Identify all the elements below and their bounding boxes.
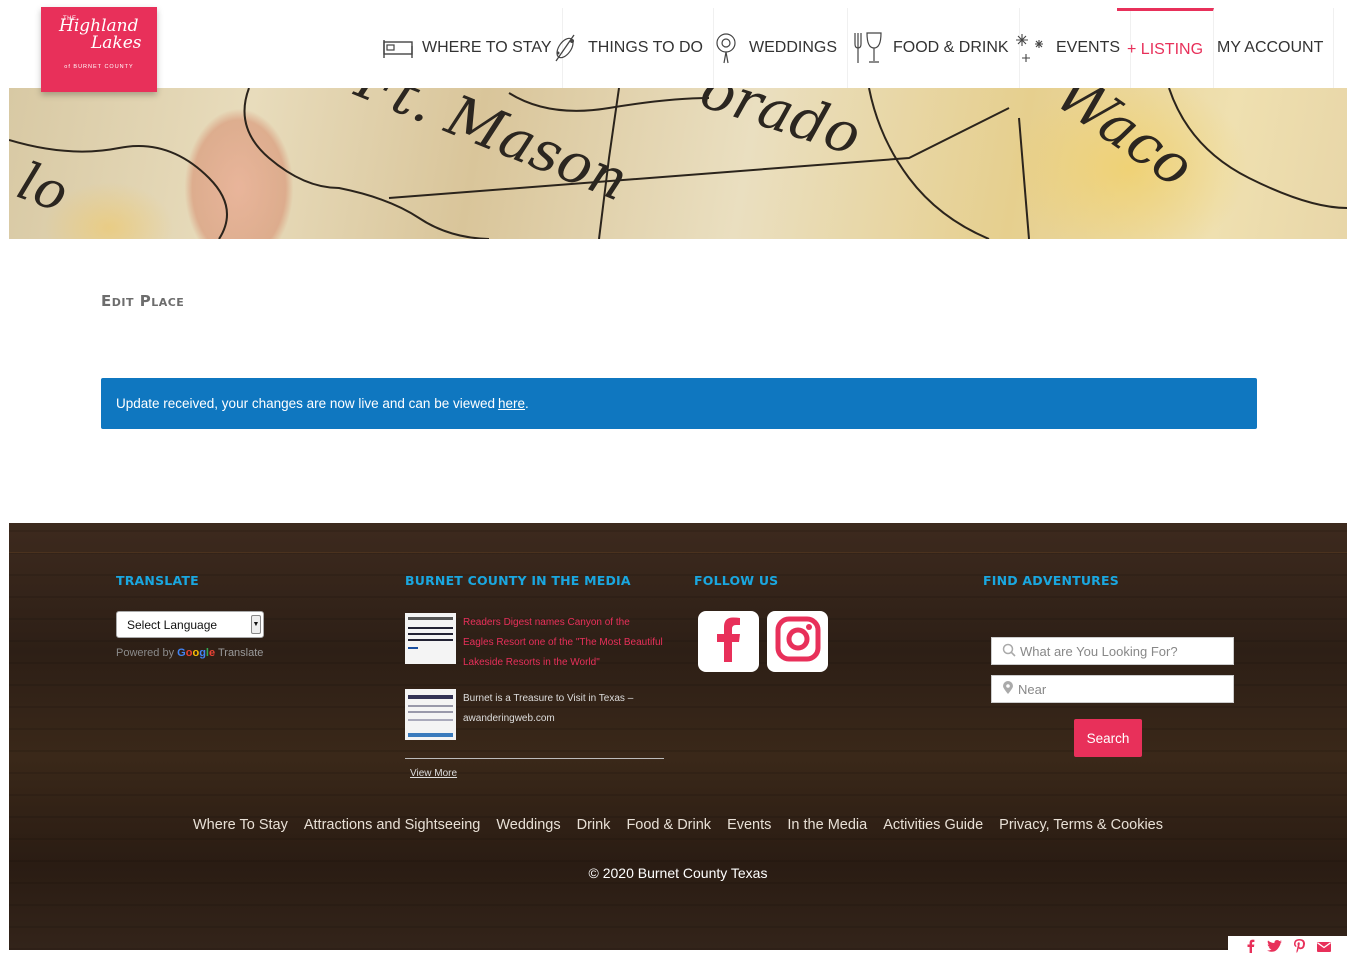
email-icon[interactable] [1316,939,1331,955]
site-header: THE Highland Lakes of BURNET COUNTY WHER… [0,0,1349,92]
media-thumbnail [405,613,456,664]
media-thumbnail [405,689,456,740]
flower-icon [711,31,741,65]
translate-heading: TRANSLATE [116,573,199,588]
nav-label: FOOD & DRINK [893,39,1009,56]
nav-food-drink[interactable]: FOOD & DRINK [839,8,1020,88]
language-select-value: Select Language [127,617,218,632]
nav-things-to-do[interactable]: THINGS TO DO [540,8,714,88]
nav-events[interactable]: EVENTS [1002,8,1132,88]
instagram-icon [775,616,821,667]
nav-add-listing[interactable]: + LISTING [1117,8,1215,88]
fireworks-icon [1012,30,1048,66]
hero-map-banner: Ft. Mason orado Waco lo [9,88,1347,239]
footer-link[interactable]: Food & Drink [626,817,711,833]
update-notice: Update received, your changes are now li… [101,378,1257,429]
google-logo: Google [177,647,216,659]
footer-link[interactable]: Drink [577,817,611,833]
footer-link[interactable]: Attractions and Sightseeing [304,817,481,833]
nav-label: EVENTS [1056,39,1121,56]
footer-link[interactable]: Privacy, Terms & Cookies [999,817,1163,833]
notice-text: Update received, your changes are now li… [116,396,495,411]
media-link[interactable]: Readers Digest names Canyon of the Eagle… [463,613,663,673]
logo-subtitle: of BURNET COUNTY [64,64,134,70]
page-title: Edit Place [101,292,185,310]
nav-label: MY ACCOUNT [1217,39,1324,56]
facebook-icon[interactable] [1247,939,1255,956]
footer-link[interactable]: In the Media [787,817,867,833]
bed-icon [382,36,414,60]
near-placeholder: Near [1018,681,1047,697]
find-heading: FIND ADVENTURES [983,573,1119,588]
share-bar [1228,936,1349,958]
divider [405,758,664,759]
notice-link[interactable]: here [498,396,525,411]
nav-label: WHERE TO STAY [422,39,552,56]
chevron-down-icon: ▼ [251,615,261,634]
media-item[interactable]: Readers Digest names Canyon of the Eagle… [405,613,663,673]
logo-line2: Lakes [91,33,142,53]
footer-link[interactable]: Where To Stay [193,817,288,833]
site-footer: TRANSLATE Select Language ▼ Powered by G… [9,523,1347,950]
footer-link[interactable]: Events [727,817,771,833]
nav-where-to-stay[interactable]: WHERE TO STAY [372,8,563,88]
nav-label: + LISTING [1127,40,1204,58]
media-item[interactable]: Burnet is a Treasure to Visit in Texas –… [405,689,663,740]
search-button[interactable]: Search [1074,719,1142,757]
site-logo[interactable]: THE Highland Lakes of BURNET COUNTY [41,7,157,92]
footer-link[interactable]: Weddings [496,817,560,833]
view-more-link[interactable]: View More [410,768,457,779]
media-link[interactable]: Burnet is a Treasure to Visit in Texas –… [463,689,663,740]
map-pin-icon [1002,680,1014,698]
search-icon [1002,643,1016,660]
footer-link[interactable]: Activities Guide [883,817,983,833]
search-placeholder: What are You Looking For? [1020,643,1178,659]
nav-my-account[interactable]: MY ACCOUNT [1207,8,1335,88]
media-heading: BURNET COUNTY IN THE MEDIA [405,573,631,588]
facebook-icon [709,616,749,667]
translate-link[interactable]: Translate [218,647,263,659]
copyright: © 2020 Burnet County Texas [588,865,768,881]
facebook-button[interactable] [698,611,759,672]
powered-by-google: Powered by Google Translate [116,647,264,659]
near-input[interactable]: Near [991,675,1234,703]
instagram-button[interactable] [767,611,828,672]
nav-label: WEDDINGS [749,39,837,56]
language-select[interactable]: Select Language ▼ [116,611,264,638]
pinterest-icon[interactable] [1293,938,1305,956]
nav-label: THINGS TO DO [588,39,703,56]
nav-weddings[interactable]: WEDDINGS [701,8,848,88]
footer-links: Where To Stay Attractions and Sightseein… [9,817,1347,833]
search-input[interactable]: What are You Looking For? [991,637,1234,665]
leaf-icon [550,31,580,65]
follow-heading: FOLLOW US [694,573,779,588]
twitter-icon[interactable] [1266,939,1282,955]
fork-glass-icon [849,30,885,66]
